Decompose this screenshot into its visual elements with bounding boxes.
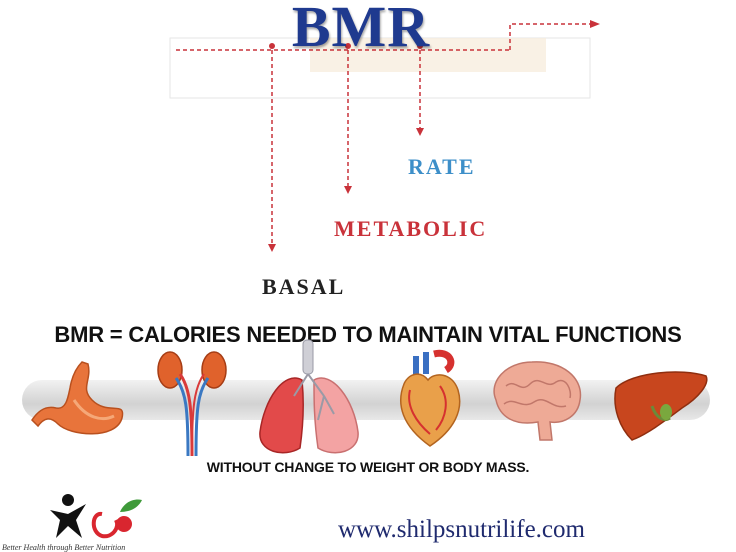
word-metabolic: METABOLIC [334, 216, 488, 241]
brand-tagline: Better Health through Better Nutrition [2, 543, 126, 552]
liver-icon [614, 371, 708, 441]
lungs-icon [259, 339, 359, 454]
brain-icon [493, 361, 582, 441]
word-basal: BASAL [262, 274, 346, 299]
page-title: BMR [291, 0, 431, 59]
website-url[interactable]: www.shilpsnutrilife.com [338, 516, 585, 544]
heart-icon [400, 349, 461, 447]
brand-logo [50, 494, 142, 539]
kidneys-icon [157, 351, 227, 457]
word-rate: RATE [408, 154, 476, 179]
definition-text: BMR = CALORIES NEEDED TO MAINTAIN VITAL … [54, 322, 682, 347]
subtext: WITHOUT CHANGE TO WEIGHT OR BODY MASS. [206, 459, 530, 475]
stomach-icon [31, 361, 124, 435]
